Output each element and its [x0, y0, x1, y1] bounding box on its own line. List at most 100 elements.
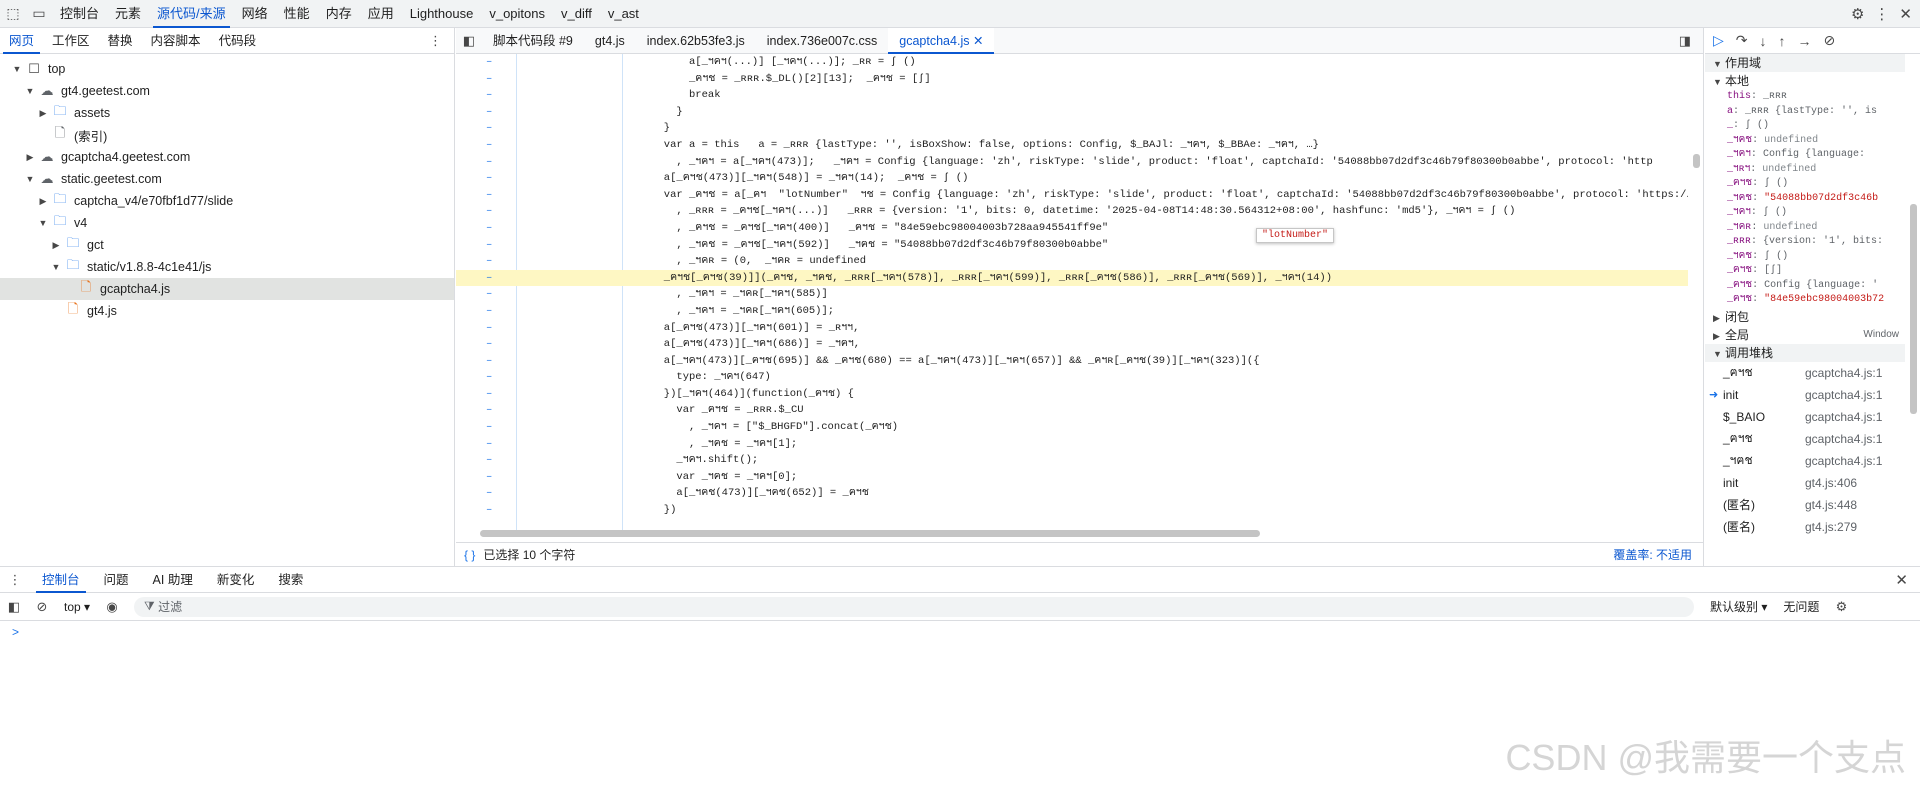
close-drawer-icon[interactable]: ✕ — [1895, 571, 1920, 589]
line-marker[interactable]: – — [486, 303, 496, 320]
line-marker[interactable]: – — [486, 270, 496, 287]
toggle-debugger-icon[interactable]: ◨ — [1679, 33, 1703, 49]
call-frame[interactable]: _ฯฅช gcaptcha4.js:1 — [1705, 450, 1905, 472]
editor-tab[interactable]: 脚本代码段 #9 — [482, 28, 584, 54]
line-marker[interactable]: – — [486, 187, 496, 204]
scope-section[interactable]: ▼ 作用域 — [1705, 54, 1905, 72]
line-marker[interactable]: – — [486, 203, 496, 220]
line-marker[interactable]: – — [486, 170, 496, 187]
scope-property[interactable]: _ฅฯช: "84e59ebc98004003b72 — [1705, 293, 1905, 308]
editor-tab[interactable]: gcaptcha4.js ✕ — [888, 27, 995, 54]
context-selector[interactable]: top ▾ — [56, 600, 98, 614]
navigator-tab[interactable]: 网页 — [0, 28, 43, 54]
editor-tab[interactable]: index.62b53fe3.js — [636, 28, 756, 54]
pretty-print-icon[interactable]: { } — [456, 548, 483, 562]
log-level-selector[interactable]: 默认级别 ▾ — [1702, 598, 1775, 615]
panel-tab[interactable]: 源代码/来源 — [149, 0, 234, 28]
tree-item[interactable]: ▶ 🗀 assets — [0, 102, 454, 124]
navigator-tab[interactable]: 内容脚本 — [142, 28, 210, 54]
inspect-element-icon[interactable]: ⬚ — [0, 1, 26, 27]
tree-item[interactable]: ▶ 🗀 gct — [0, 234, 454, 256]
step-over-icon[interactable]: ↷ — [1736, 32, 1748, 49]
scope-property[interactable]: _ฅฯช: [ʃ] — [1705, 264, 1905, 279]
console-prompt[interactable]: > — [0, 621, 1920, 643]
panel-tab[interactable]: 控制台 — [52, 0, 107, 28]
navigator-more-icon[interactable]: ⋮ — [429, 33, 454, 49]
scope-property[interactable]: _ฅฯช: Config {language: ' — [1705, 279, 1905, 294]
panel-tab[interactable]: v_opitons — [481, 0, 553, 28]
tree-item[interactable]: ▶ ☁ gcaptcha4.geetest.com — [0, 146, 454, 168]
drawer-tab[interactable]: 搜索 — [266, 567, 315, 593]
resume-icon[interactable]: ▷ — [1713, 32, 1724, 49]
line-marker[interactable]: – — [486, 369, 496, 386]
tree-item[interactable]: 🗋 gcaptcha4.js — [0, 278, 454, 300]
drawer-tab[interactable]: 新变化 — [205, 567, 267, 593]
more-options-icon[interactable]: ⋮ — [1874, 5, 1889, 23]
drawer-tab[interactable]: 控制台 — [30, 567, 92, 593]
step-icon[interactable]: → — [1798, 33, 1812, 49]
local-scope[interactable]: ▼ 本地 — [1705, 72, 1905, 90]
scope-property[interactable]: _: ʃ () — [1705, 119, 1905, 134]
editor-tab[interactable]: gt4.js — [584, 28, 636, 54]
drawer-more-icon[interactable]: ⋮ — [0, 572, 30, 588]
close-tab-icon[interactable]: ✕ — [969, 34, 983, 48]
step-into-icon[interactable]: ↓ — [1760, 33, 1767, 49]
code-lines[interactable]: – a[_ฯคฯ(...)] [_ฯคฯ(...)]; _ʀʀ = ʃ () – … — [456, 54, 1688, 534]
drawer-tab[interactable]: AI 助理 — [141, 567, 205, 593]
line-marker[interactable]: – — [486, 253, 496, 270]
line-marker[interactable]: – — [486, 320, 496, 337]
call-frame[interactable]: init gcaptcha4.js:1 — [1705, 384, 1905, 406]
scope-property[interactable]: _ฯʀฯ: undefined — [1705, 163, 1905, 178]
line-marker[interactable]: – — [486, 286, 496, 303]
scope-property[interactable]: _ฯฅช: "54088bb07d2df3c46b — [1705, 192, 1905, 207]
panel-tab[interactable]: 网络 — [234, 0, 276, 28]
call-frame[interactable]: init gt4.js:406 — [1705, 472, 1905, 494]
tree-item[interactable]: ▼ 🗀 static/v1.8.8-4c1e41/js — [0, 256, 454, 278]
line-marker[interactable]: – — [486, 220, 496, 237]
panel-tab[interactable]: v_diff — [553, 0, 600, 28]
toggle-navigator-icon[interactable]: ◧ — [456, 33, 482, 49]
line-marker[interactable]: – — [486, 386, 496, 403]
line-marker[interactable]: – — [486, 154, 496, 171]
line-marker[interactable]: – — [486, 436, 496, 453]
tree-item[interactable]: ▼ ☐ top — [0, 58, 454, 80]
navigator-tab[interactable]: 代码段 — [210, 28, 266, 54]
call-frame[interactable]: _ฅฯช gcaptcha4.js:1 — [1705, 362, 1905, 384]
panel-tab[interactable]: Lighthouse — [402, 0, 482, 28]
line-marker[interactable]: – — [486, 502, 496, 519]
line-marker[interactable]: – — [486, 485, 496, 502]
scope-property[interactable]: _ʀʀʀ: {version: '1', bits: — [1705, 235, 1905, 250]
settings-gear-icon[interactable]: ⚙ — [1851, 5, 1864, 23]
scope-property[interactable]: _ฯคฯ: ʃ () — [1705, 206, 1905, 221]
live-expression-eye-icon[interactable]: ◉ — [98, 599, 126, 615]
coverage-status[interactable]: 覆盖率: 不适用 — [1613, 546, 1704, 563]
tree-item[interactable]: ▼ ☁ static.geetest.com — [0, 168, 454, 190]
editor-tab[interactable]: index.736e007c.css — [756, 28, 889, 54]
editor-vertical-scrollbar[interactable] — [1689, 54, 1703, 534]
scope-property[interactable]: _ฯฅฯ: Config {language: — [1705, 148, 1905, 163]
line-marker[interactable]: – — [486, 419, 496, 436]
tree-item[interactable]: 🗋 (索引) — [0, 124, 454, 146]
scope-property[interactable]: _ฯฅช: ʃ () — [1705, 250, 1905, 265]
tree-item[interactable]: ▶ 🗀 captcha_v4/e70fbf1d77/slide — [0, 190, 454, 212]
panel-tab[interactable]: 应用 — [360, 0, 402, 28]
call-frame[interactable]: $_BAIO gcaptcha4.js:1 — [1705, 406, 1905, 428]
line-marker[interactable]: – — [486, 104, 496, 121]
issues-counter[interactable]: 无问题 — [1775, 598, 1827, 615]
line-marker[interactable]: – — [486, 353, 496, 370]
line-marker[interactable]: – — [486, 120, 496, 137]
line-marker[interactable]: – — [486, 237, 496, 254]
scope-property[interactable]: _ฯคʀ: undefined — [1705, 221, 1905, 236]
line-marker[interactable]: – — [486, 452, 496, 469]
line-marker[interactable]: – — [486, 54, 496, 71]
navigator-tab[interactable]: 工作区 — [43, 28, 99, 54]
scope-property[interactable]: _ฅฯช: ʃ () — [1705, 177, 1905, 192]
step-out-icon[interactable]: ↑ — [1779, 33, 1786, 49]
tree-item[interactable]: ▼ 🗀 v4 — [0, 212, 454, 234]
sidebar-toggle-icon[interactable]: ◧ — [0, 599, 28, 615]
line-marker[interactable]: – — [486, 137, 496, 154]
tree-item[interactable]: 🗋 gt4.js — [0, 300, 454, 322]
close-devtools-icon[interactable]: ✕ — [1899, 5, 1912, 23]
scope-property[interactable]: _ฯฅช: undefined — [1705, 134, 1905, 149]
panel-tab[interactable]: v_ast — [600, 0, 647, 28]
